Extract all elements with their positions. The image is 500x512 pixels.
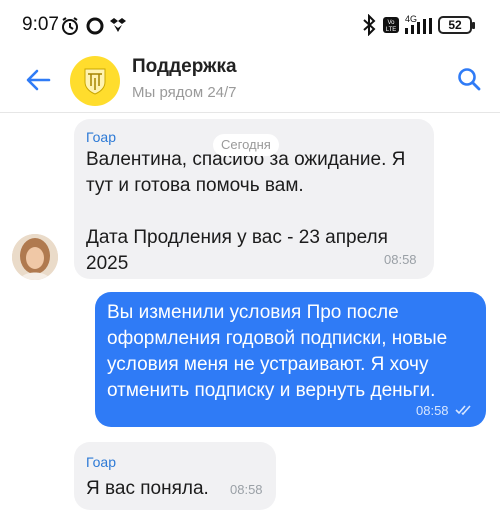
signal-icon (405, 18, 432, 34)
message-time: 08:58 (384, 252, 417, 267)
status-circle-icon (86, 17, 104, 35)
status-time: 9:07 (22, 14, 59, 35)
message-sender: Гоар (86, 129, 117, 145)
message-time: 08:58 (416, 403, 449, 418)
agent-avatar[interactable] (12, 234, 58, 280)
svg-text:Vo: Vo (387, 20, 395, 26)
bank-logo-avatar[interactable] (70, 56, 120, 106)
message-time: 08:58 (230, 482, 263, 497)
volte-icon: Vo LTE (383, 17, 399, 33)
status-bar: 9:07 Vo LTE 4G 52 (0, 0, 500, 56)
outgoing-message-bubble[interactable]: Вы изменили условия Про после оформления… (95, 292, 486, 427)
svg-text:LTE: LTE (386, 27, 397, 33)
shield-logo-icon (84, 68, 106, 95)
search-icon[interactable] (456, 66, 482, 92)
message-text: Вы изменили условия Про после оформления… (107, 302, 448, 401)
incoming-message-bubble[interactable]: Гоар Я вас поняла. 08:58 (74, 442, 276, 510)
sync-app-icon (110, 18, 126, 32)
chat-subtitle: Мы рядом 24/7 (132, 84, 237, 101)
agent-photo-icon (12, 234, 58, 280)
chat-header: Поддержка Мы рядом 24/7 (0, 56, 500, 113)
date-divider: Сегодня (213, 134, 279, 156)
read-receipt-icon (455, 405, 471, 416)
battery-indicator: 52 (438, 16, 475, 34)
message-text: Валентина, спасибо за ожидание. Я тут и … (86, 149, 406, 274)
alarm-icon (62, 17, 78, 35)
message-sender: Гоар (86, 454, 117, 470)
message-text: Я вас поняла. (86, 478, 209, 499)
back-arrow-icon[interactable] (24, 66, 52, 94)
chat-title: Поддержка (132, 56, 237, 77)
bluetooth-icon (363, 14, 376, 36)
